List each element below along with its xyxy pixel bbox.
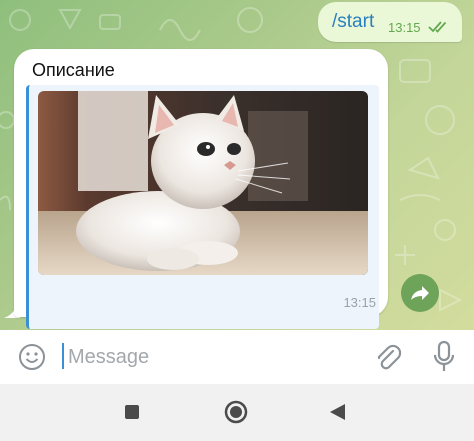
message-input-bar (0, 330, 474, 384)
outgoing-message[interactable]: /start 13:15 (318, 2, 462, 42)
smiley-icon[interactable] (18, 343, 46, 371)
share-button[interactable] (401, 274, 439, 312)
text-caret (62, 343, 64, 369)
microphone-icon[interactable] (432, 340, 456, 374)
outgoing-message-text: /start (332, 11, 375, 32)
chat-area[interactable]: /start 13:15 Описание 13:15 (0, 0, 474, 330)
double-check-icon (428, 21, 447, 33)
incoming-message-time: 13:15 (343, 295, 376, 310)
message-input[interactable] (66, 341, 350, 373)
kitten-photo[interactable] (38, 91, 368, 275)
system-navigation-bar (0, 384, 474, 441)
outgoing-message-time: 13:15 (388, 20, 421, 35)
message-title: Описание (32, 60, 115, 80)
square-icon[interactable] (125, 405, 139, 419)
paperclip-icon[interactable] (374, 342, 402, 372)
circle-icon[interactable] (224, 400, 248, 424)
share-arrow-icon (411, 286, 429, 300)
triangle-back-icon[interactable] (328, 403, 346, 421)
incoming-message[interactable]: Описание 13:15 (14, 49, 388, 329)
